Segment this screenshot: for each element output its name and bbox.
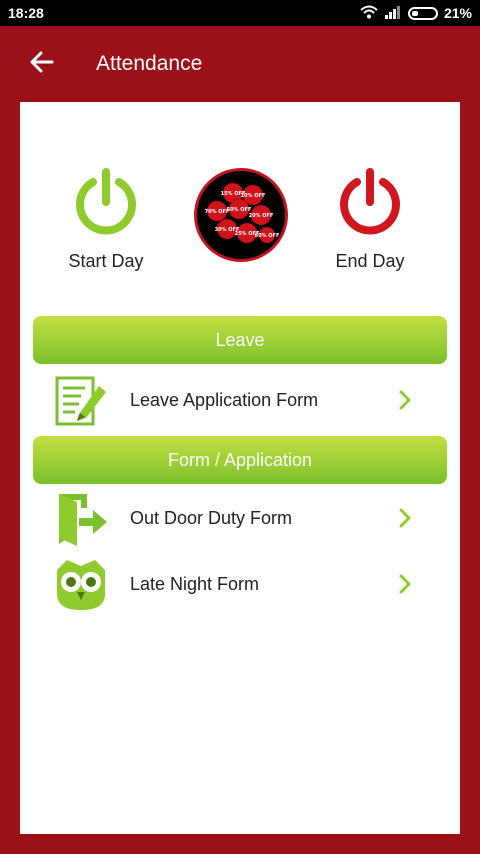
status-time: 18:28 xyxy=(8,5,44,21)
promo-tag: 10% OFF xyxy=(241,193,266,199)
attendance-card: Start Day 15% OFF 10% OFF 70% OFF 50% OF… xyxy=(20,102,460,834)
leave-application-label: Leave Application Form xyxy=(130,389,319,410)
power-icon xyxy=(71,168,141,243)
owl-icon xyxy=(52,555,110,613)
start-day-button[interactable]: Start Day xyxy=(46,168,166,272)
chevron-right-icon xyxy=(390,389,420,411)
chevron-right-icon xyxy=(390,573,420,595)
late-night-label: Late Night Form xyxy=(130,573,260,594)
late-night-row[interactable]: Late Night Form xyxy=(20,551,460,617)
arrow-left-icon xyxy=(30,51,54,78)
leave-section-header: Leave xyxy=(33,316,447,364)
forms-section-header: Form / Application xyxy=(33,436,447,484)
end-day-button[interactable]: End Day xyxy=(310,168,430,272)
battery-level: 21% xyxy=(443,5,472,21)
section-title: Form / Application xyxy=(167,449,313,470)
section-title: Leave xyxy=(215,329,265,350)
discount-balloons-icon: 15% OFF 10% OFF 70% OFF 50% OFF 20% OFF … xyxy=(194,168,288,262)
out-door-duty-row[interactable]: Out Door Duty Form xyxy=(20,485,460,551)
power-icon xyxy=(335,168,405,243)
promo-tag: 20% OFF xyxy=(249,213,274,219)
wifi-icon xyxy=(360,5,378,22)
exit-door-icon xyxy=(52,489,110,547)
back-button[interactable] xyxy=(0,26,84,102)
battery-icon xyxy=(407,6,438,20)
leave-application-row[interactable]: Leave Application Form xyxy=(20,367,460,433)
out-door-duty-label: Out Door Duty Form xyxy=(130,507,293,528)
end-day-label: End Day xyxy=(335,251,405,271)
page-title: Attendance xyxy=(96,52,203,75)
promo-tag: 60% OFF xyxy=(255,233,280,239)
status-bar: 18:28 21% xyxy=(0,0,480,26)
start-day-label: Start Day xyxy=(68,251,144,271)
signal-icon xyxy=(384,5,402,22)
app-bar: Attendance xyxy=(0,26,480,102)
chevron-right-icon xyxy=(390,507,420,529)
document-edit-icon xyxy=(52,371,110,429)
